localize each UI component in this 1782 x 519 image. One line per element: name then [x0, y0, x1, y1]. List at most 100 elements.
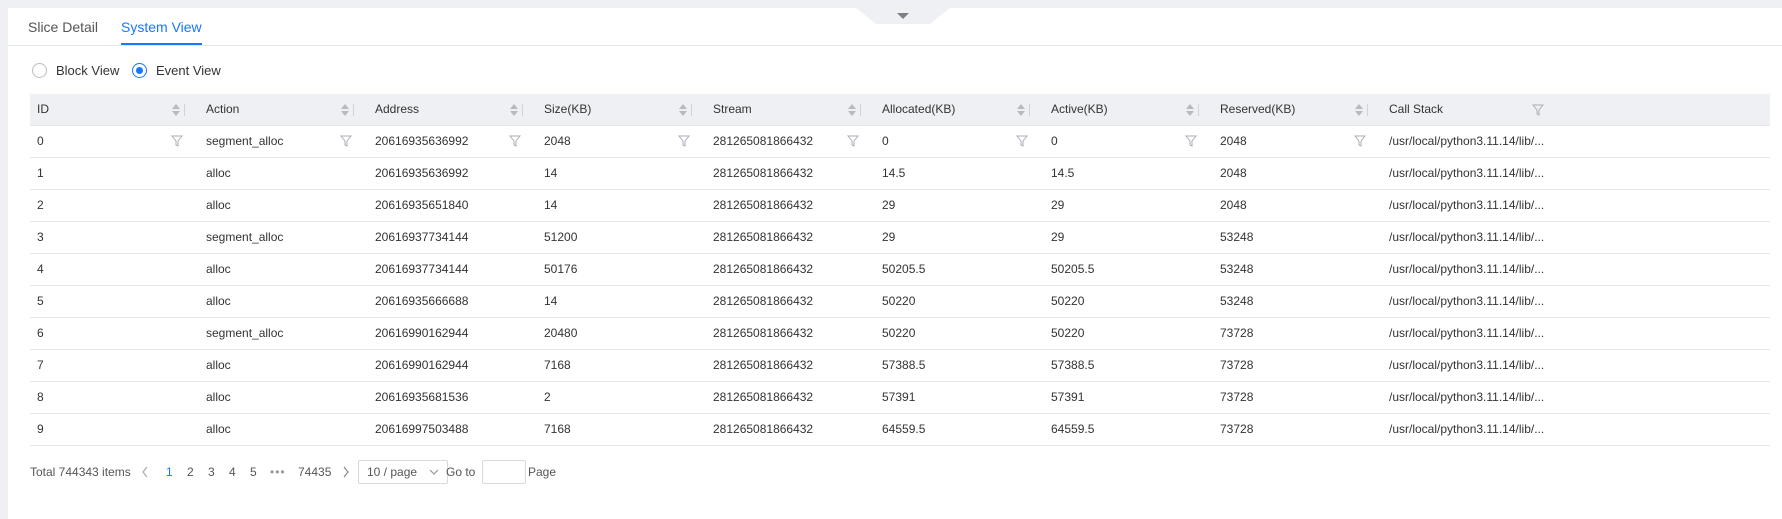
more-pages-button[interactable]: ••• [270, 460, 286, 484]
cell-id: 1 [37, 166, 44, 180]
table-row[interactable]: 9 alloc 20616997503488 7168 281265081866432 6… [30, 414, 1770, 446]
cell-active: 29 [1051, 198, 1065, 212]
column-header-label: Stream [713, 102, 752, 116]
column-header-active[interactable]: Active(KB) [1044, 94, 1213, 147]
cell-reserved: 2048 [1220, 166, 1247, 180]
table-row[interactable]: 0 segment_alloc 20616935636992 2048 28126508… [30, 126, 1770, 158]
sort-icon[interactable] [340, 103, 350, 117]
radio-label: Block View [56, 63, 120, 78]
header-divider [1198, 104, 1199, 116]
column-header-id[interactable]: ID [30, 94, 199, 147]
column-header-label: Allocated(KB) [882, 102, 956, 116]
cell-id: 5 [37, 294, 44, 308]
cell-call-stack: /usr/local/python3.11.14/lib/... [1389, 166, 1545, 180]
cell-address: 20616935636992 [375, 166, 469, 180]
table-row[interactable]: 5 alloc 20616935666688 14 281265081866432 502… [30, 286, 1770, 318]
column-header-label: Address [375, 102, 420, 116]
cell-active: 57388.5 [1051, 358, 1095, 372]
cell-address: 20616937734144 [375, 230, 469, 244]
column-header-reserved[interactable]: Reserved(KB) [1213, 94, 1382, 147]
table-body: 0 segment_alloc 20616935636992 2048 28126508… [30, 126, 1770, 446]
event-view-radio[interactable]: Event View [132, 63, 221, 78]
page-label: Page [528, 465, 557, 479]
sort-icon[interactable] [1185, 103, 1195, 117]
page-5-button[interactable]: 5 [250, 460, 257, 484]
filter-icon[interactable] [1532, 103, 1544, 117]
cell-stream: 281265081866432 [713, 358, 814, 372]
page-1-button[interactable]: 1 [166, 460, 173, 484]
cell-id: 6 [37, 326, 44, 340]
cell-size: 2048 [544, 134, 571, 148]
sort-icon[interactable] [1354, 103, 1364, 117]
page-4-button[interactable]: 4 [229, 460, 236, 484]
table-row[interactable]: 4 alloc 20616937734144 50176 281265081866432… [30, 254, 1770, 286]
table-row[interactable]: 3 segment_alloc 20616937734144 51200 2812650… [30, 222, 1770, 254]
cell-address: 20616990162944 [375, 326, 469, 340]
cell-reserved: 53248 [1220, 294, 1254, 308]
sort-icon[interactable] [678, 103, 688, 117]
column-header-address[interactable]: Address [368, 94, 537, 147]
cell-stream: 281265081866432 [713, 390, 814, 404]
cell-reserved: 73728 [1220, 390, 1254, 404]
column-header-action[interactable]: Action [199, 94, 368, 147]
cell-call-stack: /usr/local/python3.11.14/lib/... [1389, 422, 1545, 436]
cell-allocated: 50220 [882, 294, 916, 308]
radio-label: Event View [156, 63, 221, 78]
cell-id: 7 [37, 358, 44, 372]
sort-icon[interactable] [171, 103, 181, 117]
page-size-value: 10 / page [367, 465, 418, 479]
table-row[interactable]: 2 alloc 20616935651840 14 281265081866432 29 2… [30, 190, 1770, 222]
column-header-call-stack[interactable]: Call Stack [1382, 94, 1570, 125]
tab-system-view[interactable]: System View [121, 17, 202, 45]
sort-icon[interactable] [847, 103, 857, 117]
table-row[interactable]: 8 alloc 20616935681536 2 281265081866432 5739… [30, 382, 1770, 414]
cell-allocated: 64559.5 [882, 422, 926, 436]
cell-address: 20616935636992 [375, 134, 469, 148]
sort-icon[interactable] [1016, 103, 1026, 117]
cell-active: 50220 [1051, 294, 1085, 308]
cell-stream: 281265081866432 [713, 166, 814, 180]
column-header-label: Call Stack [1389, 102, 1444, 116]
cell-size: 7168 [544, 422, 571, 436]
cell-allocated: 29 [882, 230, 896, 244]
event-table: ID Action Address Size(KB) Stream Allocated(K… [30, 94, 1770, 446]
table-row[interactable]: 1 alloc 20616935636992 14 281265081866432 14.… [30, 158, 1770, 190]
page-size-select[interactable]: 10 / page [358, 460, 448, 484]
column-header-stream[interactable]: Stream [706, 94, 875, 147]
prev-page-button[interactable] [141, 460, 149, 492]
chevron-left-icon[interactable] [141, 460, 149, 484]
cell-allocated: 50220 [882, 326, 916, 340]
cell-stream: 281265081866432 [713, 294, 814, 308]
cell-call-stack: /usr/local/python3.11.14/lib/... [1389, 198, 1545, 212]
cell-action: alloc [206, 390, 231, 404]
column-header-label: ID [37, 102, 49, 116]
cell-reserved: 73728 [1220, 358, 1254, 372]
radio-circle[interactable] [132, 63, 147, 78]
column-header-allocated[interactable]: Allocated(KB) [875, 94, 1044, 147]
block-view-radio[interactable]: Block View [32, 63, 119, 78]
table-row[interactable]: 7 alloc 20616990162944 7168 281265081866432 5… [30, 350, 1770, 382]
next-page-button[interactable] [342, 460, 350, 492]
cell-stream: 281265081866432 [713, 326, 814, 340]
page-2-button[interactable]: 2 [187, 460, 194, 484]
page-3-button[interactable]: 3 [208, 460, 215, 484]
table-row[interactable]: 6 segment_alloc 20616990162944 20480 2812650… [30, 318, 1770, 350]
cell-call-stack: /usr/local/python3.11.14/lib/... [1389, 326, 1545, 340]
goto-page-input[interactable] [482, 460, 526, 484]
radio-circle[interactable] [32, 63, 47, 78]
cell-active: 0 [1051, 134, 1058, 148]
cell-stream: 281265081866432 [713, 422, 814, 436]
column-header-label: Action [206, 102, 240, 116]
cell-size: 14 [544, 294, 558, 308]
cell-stream: 281265081866432 [713, 134, 814, 148]
last-page-button[interactable]: 74435 [298, 460, 331, 484]
cell-action: alloc [206, 262, 231, 276]
cell-address: 20616937734144 [375, 262, 469, 276]
tab-slice-detail[interactable]: Slice Detail [28, 17, 98, 45]
column-header-size[interactable]: Size(KB) [537, 94, 706, 147]
cell-id: 4 [37, 262, 44, 276]
sort-icon[interactable] [509, 103, 519, 117]
goto-label: Go to [446, 465, 476, 479]
cell-action: alloc [206, 166, 231, 180]
chevron-right-icon[interactable] [342, 460, 350, 484]
